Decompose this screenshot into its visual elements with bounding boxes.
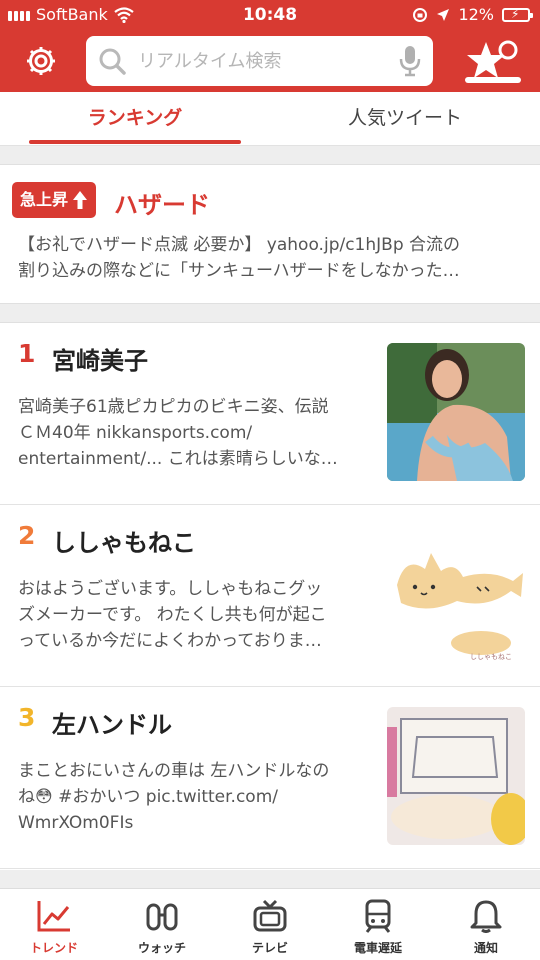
surge-badge-label: 急上昇	[20, 190, 69, 209]
photo-thumbnail-image	[387, 343, 525, 481]
orientation-lock-icon	[413, 7, 428, 22]
status-bar: SoftBank 10:48 12% ⚡	[0, 0, 540, 30]
microphone-icon[interactable]	[399, 45, 421, 77]
rank-desc-line: entertainment/... これは素晴らしいな…	[18, 449, 338, 469]
rank-desc-line: 宮崎美子61歳ピカピカのビキニ姿、伝説	[18, 397, 329, 417]
tab-popular-tweets[interactable]: 人気ツイート	[270, 92, 540, 146]
battery-percent: 12%	[458, 5, 494, 24]
binoculars-icon	[146, 903, 178, 931]
rank-number: 1	[18, 339, 36, 368]
search-input[interactable]	[138, 46, 378, 76]
rank-thumbnail[interactable]: ししゃもねこ	[387, 525, 525, 663]
ranking-item[interactable]: 3 左ハンドル まことおにいさんの車は 左ハンドルなの ね😳 #おかいつ pic…	[0, 687, 540, 869]
location-icon	[437, 8, 450, 21]
favorite-star-icon[interactable]	[464, 38, 522, 86]
tab-popular-tweets-label: 人気ツイート	[347, 107, 462, 129]
rank-thumbnail[interactable]	[387, 343, 525, 481]
tv-show-thumbnail-image	[387, 707, 525, 845]
surge-line-1: 【お礼でハザード点滅 必要か】 yahoo.jp/c1hJBp 合流の	[18, 235, 461, 255]
rank-desc-line: ズメーカーです。 わたくし共も何が起こ	[18, 605, 327, 625]
rank-desc-line: ＣＭ40年 nikkansports.com/	[18, 423, 253, 443]
nav-trend[interactable]: トレンド	[0, 889, 108, 960]
rank-desc-line: っているか今だによくわかっておりま…	[18, 631, 322, 651]
rank-number: 2	[18, 521, 36, 550]
ranking-list: 1 宮崎美子 宮崎美子61歳ピカピカのビキニ姿、伝説 ＣＭ40年 nikkans…	[0, 322, 540, 870]
rank-desc-line: おはようございます。ししゃもねこグッ	[18, 579, 323, 599]
rank-title: 左ハンドル	[52, 711, 172, 739]
rank-description: 宮崎美子61歳ピカピカのビキニ姿、伝説 ＣＭ40年 nikkansports.c…	[18, 394, 370, 472]
status-right: 12% ⚡	[412, 5, 533, 24]
tab-ranking[interactable]: ランキング	[0, 92, 270, 146]
rank-number: 3	[18, 703, 36, 732]
app-header: SoftBank 10:48 12% ⚡	[0, 0, 540, 92]
ranking-item[interactable]: 1 宮崎美子 宮崎美子61歳ピカピカのビキニ姿、伝説 ＣＭ40年 nikkans…	[0, 323, 540, 505]
surge-description: 【お礼でハザード点滅 必要か】 yahoo.jp/c1hJBp 合流の 割り込み…	[18, 232, 528, 284]
rank-title: 宮崎美子	[52, 347, 148, 375]
rank-title: ししゃもねこ	[52, 529, 196, 557]
settings-gear-icon[interactable]	[24, 44, 58, 78]
ranking-item[interactable]: 2 ししゃもねこ おはようございます。ししゃもねこグッ ズメーカーです。 わたく…	[0, 505, 540, 687]
up-arrow-icon	[73, 191, 88, 209]
bottom-navigation: トレンド ウォッチ テレビ 電車遅延 通知	[0, 888, 540, 960]
nav-notifications-label: 通知	[473, 941, 498, 955]
nav-train-delay[interactable]: 電車遅延	[324, 889, 432, 960]
rank-thumbnail[interactable]	[387, 707, 525, 845]
rank-desc-line: WmrXOm0FIs	[18, 813, 134, 833]
rank-desc-line: ね😳 #おかいつ pic.twitter.com/	[18, 787, 278, 807]
nav-tv[interactable]: テレビ	[216, 889, 324, 960]
nav-tv-label: テレビ	[251, 941, 288, 955]
surge-title: ハザード	[114, 191, 210, 219]
tv-icon	[253, 899, 287, 932]
trend-chart-icon	[37, 901, 70, 932]
battery-icon: ⚡	[502, 7, 533, 22]
rank-desc-line: まことおにいさんの車は 左ハンドルなの	[18, 761, 330, 781]
nav-notifications[interactable]: 通知	[432, 889, 540, 960]
search-icon	[99, 48, 126, 75]
train-icon	[365, 899, 391, 933]
tab-bar: ランキング 人気ツイート	[0, 92, 540, 146]
nav-watch[interactable]: ウォッチ	[108, 889, 216, 960]
rank-description: まことおにいさんの車は 左ハンドルなの ね😳 #おかいつ pic.twitter…	[18, 758, 370, 836]
thumb-caption: ししゃもねこ	[470, 653, 512, 661]
nav-train-delay-label: 電車遅延	[353, 941, 402, 955]
active-tab-indicator	[29, 140, 241, 144]
surge-line-2: 割り込みの際などに「サンキューハザードをしなかった…	[18, 261, 460, 281]
tab-ranking-label: ランキング	[87, 107, 183, 129]
rank-description: おはようございます。ししゃもねこグッ ズメーカーです。 わたくし共も何が起こ っ…	[18, 576, 370, 654]
nav-watch-label: ウォッチ	[137, 941, 186, 955]
bell-icon	[470, 900, 502, 933]
cat-fish-illustration: ししゃもねこ	[387, 525, 525, 663]
nav-trend-label: トレンド	[29, 941, 78, 955]
search-box[interactable]	[86, 36, 433, 86]
surge-badge: 急上昇	[12, 182, 97, 218]
